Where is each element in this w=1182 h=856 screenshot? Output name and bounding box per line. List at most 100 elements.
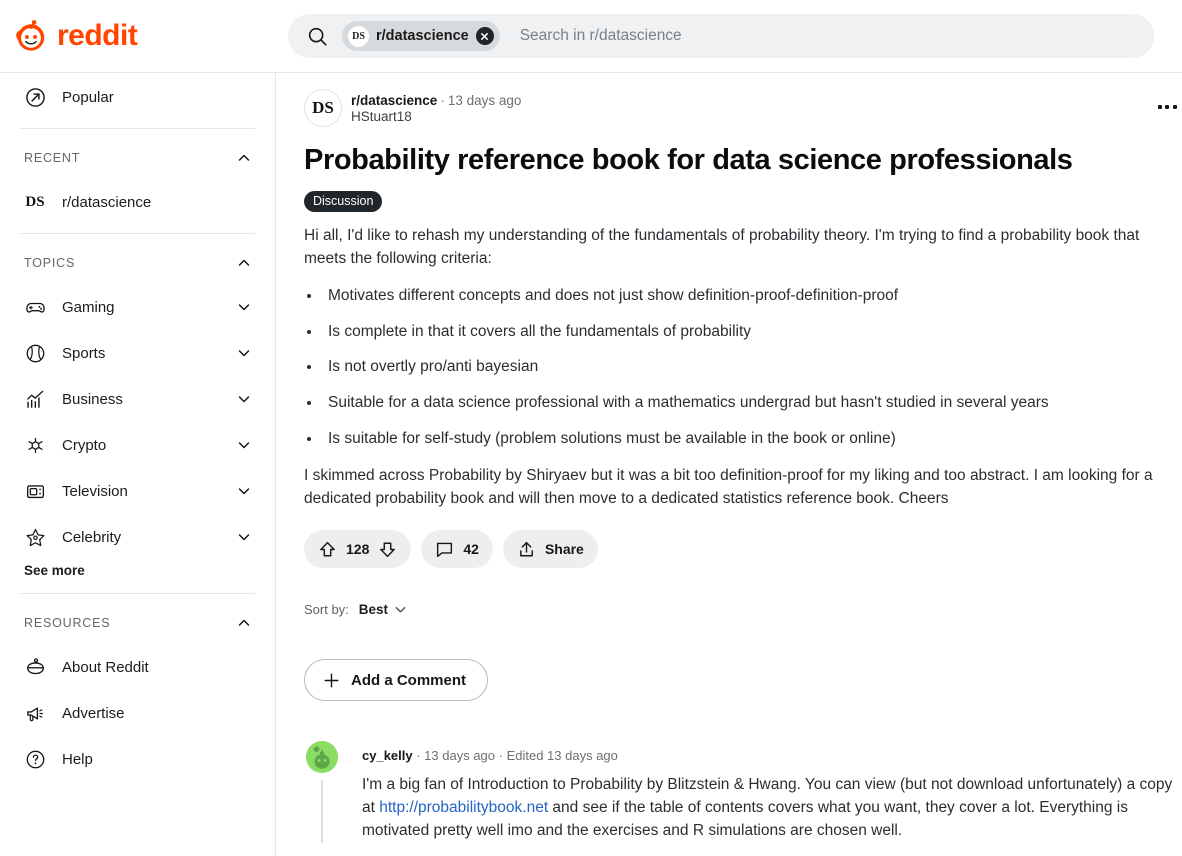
list-item: Is not overtly pro/anti bayesian — [322, 356, 1182, 379]
chevron-down-icon[interactable] — [237, 300, 251, 314]
search-icon — [307, 26, 328, 47]
close-icon[interactable] — [475, 27, 494, 45]
share-button[interactable]: Share — [502, 530, 598, 569]
sidebar-divider-2 — [20, 233, 255, 234]
sort-dropdown[interactable]: Best — [359, 602, 408, 617]
sidebar-item-advertise[interactable]: Advertise — [10, 691, 265, 735]
comment-author[interactable]: cy_kelly — [362, 748, 413, 763]
sidebar-section-recent[interactable]: RECENT — [10, 138, 265, 178]
sidebar-divider-3 — [20, 593, 255, 594]
list-item: Suitable for a data science professional… — [322, 392, 1182, 415]
sidebar-item-about-reddit[interactable]: About Reddit — [10, 645, 265, 689]
sidebar-item-label: Crypto — [62, 436, 107, 454]
search-input-placeholder[interactable]: Search in r/datascience — [520, 27, 682, 45]
main-content: DS r/datascience · 13 days ago HStuart18 P… — [276, 73, 1182, 856]
reddit-home-link[interactable]: reddit — [0, 19, 276, 53]
television-icon — [24, 480, 46, 502]
sidebar-section-title: RESOURCES — [24, 616, 111, 630]
comment-age: 13 days ago — [424, 748, 496, 764]
post-subreddit-line: r/datascience · 13 days ago — [351, 93, 521, 108]
chevron-down-icon[interactable] — [237, 438, 251, 452]
sidebar-item-business[interactable]: Business — [10, 377, 265, 421]
sidebar-item-gaming[interactable]: Gaming — [10, 285, 265, 329]
downvote-arrow-icon[interactable] — [378, 540, 397, 559]
more-options-icon[interactable] — [1152, 95, 1182, 119]
comment-gutter — [304, 741, 340, 843]
vote-score: 128 — [346, 541, 370, 558]
sidebar-item-label: Sports — [62, 344, 106, 362]
post-header: DS r/datascience · 13 days ago HStuart18 — [304, 89, 1182, 127]
list-item: Is complete in that it covers all the fu… — [322, 321, 1182, 344]
upvote-arrow-icon[interactable] — [318, 540, 337, 559]
page-body: Popular RECENT DS r/datascience TOPICS G… — [0, 73, 1182, 856]
comment-header: cy_kelly · 13 days ago · Edited 13 days … — [362, 741, 1182, 763]
sidebar-item-label: Celebrity — [62, 528, 122, 546]
sidebar-item-label: Television — [62, 482, 128, 500]
comment-bubble-icon — [435, 540, 454, 559]
sidebar: Popular RECENT DS r/datascience TOPICS G… — [0, 73, 276, 856]
sidebar-item-label: Popular — [62, 88, 114, 106]
post-subreddit-link[interactable]: r/datascience — [351, 93, 437, 108]
plus-icon — [322, 671, 341, 690]
sort-label: Sort by: — [304, 602, 349, 618]
post-author[interactable]: HStuart18 — [351, 109, 521, 124]
sidebar-item-help[interactable]: Help — [10, 737, 265, 781]
post-age: 13 days ago — [447, 92, 522, 108]
sidebar-item-label: Help — [62, 750, 93, 768]
comments-pill[interactable]: 42 — [421, 530, 493, 569]
add-comment-button[interactable]: Add a Comment — [304, 659, 488, 702]
comment-thread-line[interactable] — [321, 780, 323, 843]
star-icon — [24, 526, 46, 548]
sports-ball-icon — [24, 342, 46, 364]
sidebar-item-label: r/datascience — [62, 193, 152, 211]
chevron-up-icon[interactable] — [237, 151, 251, 165]
chevron-up-icon[interactable] — [237, 256, 251, 270]
top-bar: reddit DS r/datascience Search in r/data… — [0, 0, 1182, 73]
meta-separator: · — [495, 748, 507, 764]
search-scope-chip[interactable]: DS r/datascience — [342, 21, 500, 51]
search-bar[interactable]: DS r/datascience Search in r/datascience — [288, 14, 1154, 58]
sidebar-item-crypto[interactable]: Crypto — [10, 423, 265, 467]
see-more-topics-button[interactable]: See more — [10, 559, 265, 584]
sidebar-section-topics[interactable]: TOPICS — [10, 243, 265, 283]
list-item: Is suitable for self-study (problem solu… — [322, 428, 1182, 451]
chevron-down-icon[interactable] — [237, 484, 251, 498]
subreddit-avatar: DS — [25, 193, 45, 210]
chevron-down-icon[interactable] — [237, 530, 251, 544]
snoo-outline-icon — [24, 656, 46, 678]
post-action-bar: 128 42 Share — [304, 530, 1182, 569]
avatar[interactable] — [306, 741, 338, 774]
post: DS r/datascience · 13 days ago HStuart18 P… — [304, 73, 1182, 843]
chevron-down-icon[interactable] — [237, 346, 251, 360]
sidebar-item-sports[interactable]: Sports — [10, 331, 265, 375]
megaphone-icon — [24, 702, 46, 724]
share-label: Share — [544, 541, 584, 558]
comment-edited: Edited 13 days ago — [506, 748, 618, 764]
chip-subreddit-avatar: DS — [348, 25, 369, 47]
sort-row: Sort by: Best — [304, 602, 1182, 617]
sidebar-item-television[interactable]: Television — [10, 469, 265, 513]
sidebar-item-label: Gaming — [62, 298, 115, 316]
chevron-down-icon[interactable] — [237, 392, 251, 406]
comment-link[interactable]: http://probabilitybook.net — [379, 799, 548, 816]
sidebar-section-title: TOPICS — [24, 256, 76, 270]
sidebar-divider-1 — [20, 128, 255, 129]
sidebar-item-label: About Reddit — [62, 658, 149, 676]
sidebar-item-label: Advertise — [62, 704, 125, 722]
comment: cy_kelly · 13 days ago · Edited 13 days … — [304, 741, 1182, 843]
share-icon — [517, 540, 536, 559]
sidebar-item-celebrity[interactable]: Celebrity — [10, 515, 265, 559]
meta-separator: · — [412, 748, 425, 764]
comment-count: 42 — [463, 541, 479, 558]
post-body: Hi all, I'd like to rehash my understand… — [304, 225, 1182, 510]
sidebar-item-popular[interactable]: Popular — [10, 75, 265, 119]
post-flair[interactable]: Discussion — [304, 191, 383, 213]
meta-separator: · — [440, 92, 445, 108]
sidebar-item-r-datascience[interactable]: DS r/datascience — [10, 180, 265, 224]
sidebar-section-resources[interactable]: RESOURCES — [10, 603, 265, 643]
chevron-up-icon[interactable] — [237, 616, 251, 630]
vote-pill[interactable]: 128 — [304, 530, 412, 569]
post-meta: r/datascience · 13 days ago HStuart18 — [351, 93, 521, 124]
post-outro-paragraph: I skimmed across Probability by Shiryaev… — [304, 466, 1153, 507]
crypto-icon — [24, 434, 46, 456]
